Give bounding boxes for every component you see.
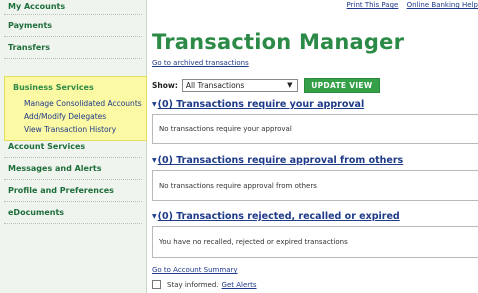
stay-informed-text: Stay informed. — [167, 280, 219, 289]
transaction-filter-value: All Transactions — [185, 80, 245, 90]
print-page-link[interactable]: Print This Page — [347, 1, 399, 9]
sidebar-item-payments[interactable]: Payments — [4, 15, 142, 37]
triangle-down-icon: ▼ — [152, 157, 157, 164]
section-heading-rejected-recalled-expired[interactable]: ▼(0) Transactions rejected, recalled or … — [152, 211, 400, 222]
chevron-down-icon: ▼ — [287, 80, 293, 89]
section-box-approval-from-others: No transactions require approval from ot… — [152, 170, 478, 201]
triangle-down-icon: ▼ — [152, 213, 157, 220]
section-heading-label: (0) Transactions rejected, recalled or e… — [157, 211, 400, 222]
section-heading-label: (0) Transactions require your approval — [157, 99, 365, 110]
sidebar-item-messages-and-alerts[interactable]: Messages and Alerts — [4, 158, 142, 180]
filter-row: Show: All Transactions ▼ UPDATE VIEW — [152, 77, 380, 93]
transaction-filter-select[interactable]: All Transactions ▼ — [181, 78, 298, 92]
sidebar-item-edocuments[interactable]: eDocuments — [4, 202, 142, 224]
sidebar-subitem-add-modify-delegates[interactable]: Add/Modify Delegates — [5, 110, 146, 123]
sidebar-item-transfers[interactable]: Transfers — [4, 37, 142, 59]
section-message: No transactions require approval from ot… — [159, 181, 317, 190]
sidebar: My Accounts Payments Transfers Account S… — [0, 0, 147, 293]
section-message: No transactions require your approval — [159, 125, 292, 133]
online-banking-help-link[interactable]: Online Banking Help — [407, 1, 478, 9]
update-view-button[interactable]: UPDATE VIEW — [303, 77, 380, 93]
section-box-rejected-recalled-expired: You have no recalled, rejected or expire… — [152, 226, 478, 258]
sidebar-subitem-view-transaction-history[interactable]: View Transaction History — [5, 123, 146, 136]
business-services-group: Business Services Manage Consolidated Ac… — [4, 76, 147, 141]
show-label: Show: — [152, 80, 178, 90]
top-links: Print This Page Online Banking Help — [341, 1, 478, 9]
account-summary-link[interactable]: Go to Account Summary — [152, 266, 238, 274]
section-message: You have no recalled, rejected or expire… — [159, 238, 348, 246]
get-alerts-link[interactable]: Get Alerts — [222, 281, 257, 289]
sidebar-item-business-services[interactable]: Business Services — [5, 77, 146, 97]
triangle-down-icon: ▼ — [152, 101, 157, 108]
page-title: Transaction Manager — [152, 30, 405, 54]
main-content: Print This Page Online Banking Help Tran… — [148, 0, 478, 293]
section-heading-your-approval[interactable]: ▼(0) Transactions require your approval — [152, 99, 364, 110]
sidebar-item-my-accounts[interactable]: My Accounts — [4, 0, 142, 15]
section-heading-approval-from-others[interactable]: ▼(0) Transactions require approval from … — [152, 155, 403, 166]
archived-transactions-link[interactable]: Go to archived transactions — [152, 59, 249, 67]
section-box-your-approval: No transactions require your approval — [152, 114, 478, 144]
section-heading-label: (0) Transactions require approval from o… — [157, 155, 404, 166]
stay-informed-checkbox[interactable] — [152, 280, 161, 289]
sidebar-item-profile-and-preferences[interactable]: Profile and Preferences — [4, 180, 142, 202]
sidebar-subitem-manage-consolidated-accounts[interactable]: Manage Consolidated Accounts — [5, 97, 146, 110]
stay-informed-row: Stay informed. Get Alerts — [152, 280, 257, 289]
